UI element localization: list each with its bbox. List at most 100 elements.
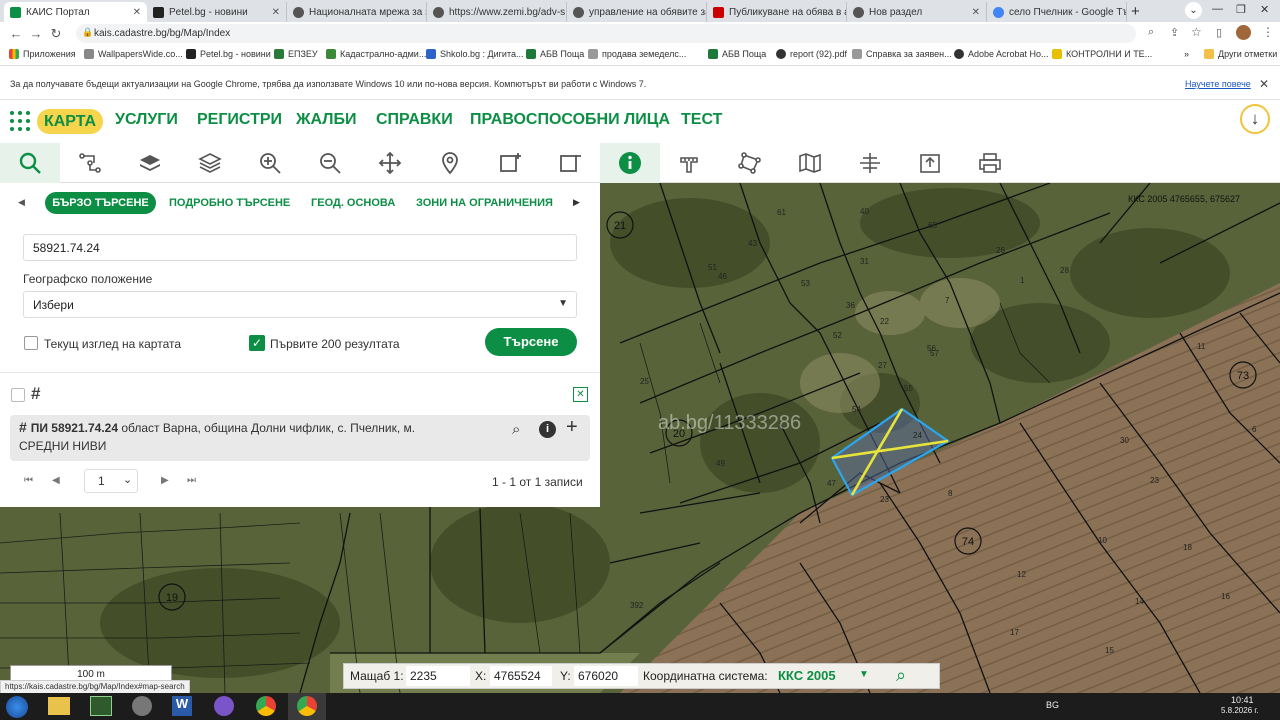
bookmark-land[interactable]: продава земеделс... bbox=[588, 49, 686, 59]
search-button[interactable]: Търсене bbox=[485, 328, 577, 356]
minimize-icon[interactable]: — bbox=[1212, 3, 1223, 15]
menu-references[interactable]: СПРАВКИ bbox=[376, 111, 453, 129]
print-icon[interactable] bbox=[960, 143, 1020, 183]
search-query-input[interactable]: 58921.74.24 bbox=[23, 234, 577, 261]
tab-petel[interactable]: Petel.bg - новини ✕ bbox=[147, 2, 287, 22]
download-arrow-icon[interactable]: ↓ bbox=[1240, 104, 1270, 134]
star-icon[interactable]: ☆ bbox=[1191, 25, 1202, 39]
polygon-icon[interactable] bbox=[720, 143, 780, 183]
result-row[interactable]: # ПИ 58921.74.24 област Варна, община До… bbox=[10, 415, 590, 461]
last-page-icon[interactable]: ⏭ bbox=[187, 475, 196, 486]
new-tab-plus-icon[interactable]: + bbox=[1131, 3, 1140, 20]
geo-select[interactable]: Избери ▼ bbox=[23, 291, 577, 318]
bookmark-petel[interactable]: Petel.bg - новини bbox=[186, 49, 271, 59]
bookmark-wallpapers[interactable]: WallpapersWide.co... bbox=[84, 49, 183, 59]
infobar-learn-more-link[interactable]: Научете повече bbox=[1185, 79, 1251, 89]
zoom-to-results-icon[interactable]: ✕ bbox=[573, 387, 588, 402]
tab-ads[interactable]: управление на обявите за✕ bbox=[567, 2, 707, 22]
scale-input[interactable]: 2235 bbox=[406, 666, 470, 686]
reload-icon[interactable]: ↻ bbox=[46, 26, 66, 42]
app-icon[interactable] bbox=[132, 696, 152, 716]
other-bookmarks[interactable]: Други отметки bbox=[1204, 49, 1277, 59]
coordinates-icon[interactable] bbox=[840, 143, 900, 183]
next-page-icon[interactable]: ▶ bbox=[161, 475, 169, 486]
infobar-close-icon[interactable]: ✕ bbox=[1259, 77, 1269, 91]
close-icon[interactable]: ✕ bbox=[968, 7, 980, 18]
app-icon[interactable] bbox=[90, 696, 112, 716]
bookmark-shkolo[interactable]: Shkolo.bg : Дигита... bbox=[426, 49, 524, 59]
menu-karta[interactable]: КАРТА bbox=[37, 109, 103, 134]
bookmark-adobe[interactable]: Adobe Acrobat Ho... bbox=[954, 49, 1049, 59]
bookmark-reference[interactable]: Справка за заявен... bbox=[852, 49, 952, 59]
forward-arrow-icon[interactable]: → bbox=[26, 26, 46, 41]
language-indicator[interactable]: BG bbox=[1046, 700, 1059, 710]
zoom-out-icon[interactable] bbox=[300, 143, 360, 183]
export-icon[interactable] bbox=[900, 143, 960, 183]
url-field[interactable]: 🔒 kais.cadastre.bg/bg/Map/Index bbox=[76, 24, 1136, 43]
menu-licensed-persons[interactable]: ПРАВОСПОСОБНИ ЛИЦА bbox=[470, 111, 670, 129]
tabs-scroll-right-icon[interactable]: ▶ bbox=[573, 197, 580, 208]
result-add-icon[interactable]: + bbox=[566, 416, 578, 439]
share-icon[interactable]: ⇪ bbox=[1170, 26, 1179, 39]
viber-icon[interactable] bbox=[214, 696, 234, 716]
bookmark-apps[interactable]: Приложения bbox=[9, 49, 76, 59]
tab-search-chevron-icon[interactable]: ⌄ bbox=[1185, 2, 1202, 19]
tab-restriction-zones[interactable]: ЗОНИ НА ОГРАНИЧЕНИЯ bbox=[416, 197, 553, 209]
maximize-icon[interactable]: ❐ bbox=[1236, 3, 1246, 16]
search-icon[interactable] bbox=[0, 143, 60, 183]
tab-advanced-search[interactable]: ПОДРОБНО ТЪРСЕНЕ bbox=[169, 197, 290, 209]
tab-google[interactable]: село Пчелник - Google Тъ✕ bbox=[987, 2, 1127, 22]
first-page-icon[interactable]: ⏮ bbox=[24, 475, 33, 486]
bookmark-report[interactable]: report (92).pdf bbox=[776, 49, 847, 59]
pin-icon[interactable] bbox=[420, 143, 480, 183]
menu-complaints[interactable]: ЖАЛБИ bbox=[296, 111, 356, 129]
zoom-in-icon[interactable] bbox=[240, 143, 300, 183]
tab-zemi[interactable]: https://www.zemi.bg/adv-s✕ bbox=[427, 2, 567, 22]
menu-test[interactable]: ТЕСТ bbox=[681, 111, 722, 129]
info-icon[interactable] bbox=[600, 143, 660, 183]
chrome-active-icon[interactable] bbox=[288, 693, 326, 720]
bookmark-control[interactable]: КОНТРОЛНИ И ТЕ... bbox=[1052, 49, 1152, 59]
zoom-icon[interactable]: ⌕ bbox=[1148, 26, 1154, 39]
pan-icon[interactable] bbox=[360, 143, 420, 183]
chrome-icon[interactable] bbox=[256, 696, 276, 716]
menu-registers[interactable]: РЕГИСТРИ bbox=[197, 111, 282, 129]
sidebar-icon[interactable]: ▯ bbox=[1216, 26, 1222, 39]
menu-services[interactable]: УСЛУГИ bbox=[115, 111, 178, 129]
result-info-icon[interactable]: i bbox=[539, 421, 556, 438]
menu-dots-icon[interactable]: ⋮ bbox=[1262, 25, 1274, 39]
page-select[interactable]: 1 ⌄ bbox=[84, 469, 138, 493]
app-grid-icon[interactable] bbox=[9, 110, 31, 132]
rect-clear-icon[interactable] bbox=[540, 143, 600, 183]
close-icon[interactable]: ✕ bbox=[268, 7, 280, 18]
first200-checkbox[interactable]: ✓ bbox=[249, 335, 265, 351]
close-icon[interactable]: ✕ bbox=[129, 7, 141, 18]
coordinate-search-icon[interactable]: ⌕ bbox=[896, 665, 906, 686]
layers-icon[interactable] bbox=[180, 143, 240, 183]
start-button-icon[interactable] bbox=[6, 696, 28, 718]
bookmark-abv[interactable]: АБВ Поща bbox=[526, 49, 584, 59]
close-window-icon[interactable]: ✕ bbox=[1260, 3, 1269, 16]
word-icon[interactable]: W bbox=[172, 696, 192, 716]
route-icon[interactable] bbox=[60, 143, 120, 183]
tab-quick-search[interactable]: БЪРЗО ТЪРСЕНЕ bbox=[45, 192, 156, 214]
layer-icon[interactable] bbox=[120, 143, 180, 183]
back-arrow-icon[interactable]: ← bbox=[6, 26, 26, 41]
prev-page-icon[interactable]: ◀ bbox=[52, 475, 60, 486]
tab-kais[interactable]: КАИС Портал ✕ bbox=[4, 2, 147, 22]
tab-network[interactable]: Националната мрежа за з✕ bbox=[287, 2, 427, 22]
tab-new[interactable]: Нов раздел ✕ bbox=[847, 2, 987, 22]
bookmark-cadastre[interactable]: Кадастрално-адми... bbox=[326, 49, 426, 59]
avatar[interactable] bbox=[1236, 25, 1251, 40]
tab-geodetic-base[interactable]: ГЕОД. ОСНОВА bbox=[311, 197, 395, 209]
bookmarks-overflow-icon[interactable]: » bbox=[1184, 49, 1189, 59]
rect-select-icon[interactable] bbox=[480, 143, 540, 183]
result-search-icon[interactable]: ⌕ bbox=[512, 421, 520, 438]
bookmark-epzeu[interactable]: ЕПЗЕУ bbox=[274, 49, 318, 59]
select-all-checkbox[interactable] bbox=[11, 388, 25, 402]
bookmark-abv-2[interactable]: АБВ Поща bbox=[708, 49, 766, 59]
explorer-icon[interactable] bbox=[48, 697, 70, 715]
current-view-checkbox[interactable] bbox=[24, 336, 38, 350]
tabs-scroll-left-icon[interactable]: ◀ bbox=[18, 197, 25, 208]
measure-icon[interactable] bbox=[660, 143, 720, 183]
